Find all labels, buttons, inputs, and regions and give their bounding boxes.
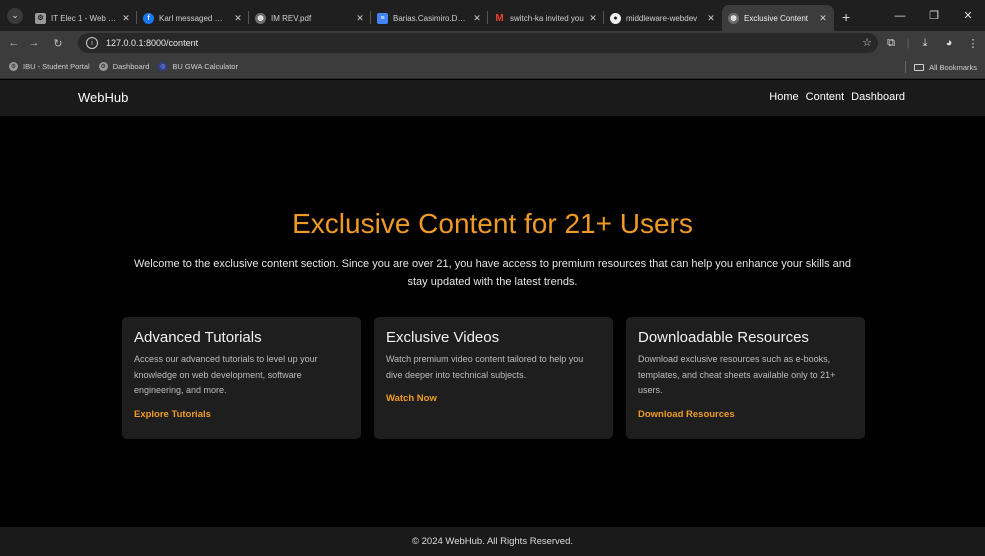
bookmark-gwa-calculator[interactable]: ◎ BU GWA Calculator — [158, 62, 238, 71]
profile-icon[interactable]: ◕ — [937, 37, 961, 49]
tab-messenger[interactable]: f Karl messaged WEBU ✕ — [137, 5, 249, 31]
docs-icon: ≡ — [377, 12, 388, 24]
card-title: Downloadable Resources — [638, 329, 809, 346]
site-info-icon[interactable]: i — [86, 37, 98, 49]
close-icon[interactable]: ✕ — [818, 13, 828, 24]
card-downloadable-resources: Downloadable Resources Download exclusiv… — [626, 317, 865, 439]
card-advanced-tutorials: Advanced Tutorials Access our advanced t… — [122, 317, 361, 439]
tab-github[interactable]: ● middleware-webdev ✕ — [604, 5, 722, 31]
folder-icon — [914, 63, 925, 71]
tab-docs[interactable]: ≡ Barias.Casimiro.Daye ✕ — [371, 5, 488, 31]
site-footer: © 2024 WebHub. All Rights Reserved. — [0, 527, 985, 556]
address-bar[interactable]: i 127.0.0.1:8000/content ☆ — [78, 33, 878, 53]
close-icon[interactable]: ✕ — [472, 13, 482, 24]
card-description: Watch premium video content tailored to … — [386, 354, 584, 380]
tab-im-rev[interactable]: ◍ IM REV.pdf ✕ — [249, 5, 371, 31]
tab-exclusive-content[interactable]: ◍ Exclusive Content ✕ — [722, 5, 834, 31]
gear-icon: ⚙ — [35, 12, 46, 24]
nav-content-link[interactable]: Content — [806, 91, 845, 103]
card-title: Exclusive Videos — [386, 329, 500, 346]
menu-icon[interactable]: ⋮ — [961, 37, 985, 50]
close-window-icon[interactable]: ✕ — [951, 9, 985, 22]
browser-toolbar: ← → ↻ i 127.0.0.1:8000/content ☆ ⧉ | ⤓ ◕… — [0, 31, 985, 55]
forward-icon[interactable]: → — [26, 37, 42, 49]
close-icon[interactable]: ✕ — [121, 13, 131, 24]
bookmarks-divider — [905, 61, 907, 73]
back-icon[interactable]: ← — [6, 37, 22, 49]
close-icon[interactable]: ✕ — [355, 13, 365, 24]
minimize-icon[interactable]: — — [883, 10, 917, 22]
globe-icon: ◍ — [255, 12, 266, 24]
gear-icon: ⚙ — [98, 62, 108, 71]
close-icon[interactable]: ✕ — [233, 13, 243, 24]
toolbar-divider: | — [906, 37, 910, 49]
gmail-icon: M — [495, 12, 504, 24]
watch-now-link[interactable]: Watch Now — [386, 393, 601, 404]
nav-dashboard-link[interactable]: Dashboard — [851, 91, 905, 103]
card-description: Download exclusive resources such as e-b… — [638, 354, 836, 395]
card-description: Access our advanced tutorials to level u… — [134, 354, 318, 395]
gear-icon: ⚙ — [9, 62, 18, 71]
site-logo[interactable]: WebHub — [78, 90, 128, 105]
page-title: Exclusive Content for 21+ Users — [292, 208, 693, 239]
github-icon: ● — [610, 12, 621, 24]
url-text[interactable]: 127.0.0.1:8000/content — [106, 38, 198, 48]
card-title: Advanced Tutorials — [134, 329, 262, 346]
site-header: WebHub Home Content Dashboard — [0, 80, 985, 116]
intro-text: Welcome to the exclusive content section… — [133, 258, 851, 288]
site-nav: Home Content Dashboard — [762, 91, 905, 103]
close-icon[interactable]: ✕ — [706, 13, 716, 24]
tab-gmail[interactable]: M switch-ka invited you ✕ — [488, 5, 604, 31]
globe-icon: ◍ — [728, 12, 739, 24]
toolbar-actions: ⧉ | ⤓ ◕ ⋮ — [879, 31, 985, 55]
tab-strip: ⌄ ⚙ IT Elec 1 - Web Devel ✕ f Karl messa… — [0, 0, 985, 31]
all-bookmarks[interactable]: All Bookmarks — [905, 55, 977, 79]
card-exclusive-videos: Exclusive Videos Watch premium video con… — [374, 317, 613, 439]
close-icon[interactable]: ✕ — [588, 13, 598, 24]
explore-tutorials-link[interactable]: Explore Tutorials — [134, 409, 349, 420]
tab-it-elec[interactable]: ⚙ IT Elec 1 - Web Devel ✕ — [29, 5, 137, 31]
bookmarks-bar: ⚙ IBU - Student Portal ⚙ Dashboard ◎ BU … — [0, 55, 985, 79]
window-controls: — ❐ ✕ — [883, 0, 985, 31]
extensions-icon[interactable]: ⧉ — [879, 37, 903, 50]
new-tab-button[interactable]: + — [842, 9, 850, 25]
download-resources-link[interactable]: Download Resources — [638, 409, 853, 420]
web-page: WebHub Home Content Dashboard Exclusive … — [0, 80, 985, 556]
bookmark-dashboard[interactable]: ⚙ Dashboard — [98, 62, 149, 71]
download-icon[interactable]: ⤓ — [913, 37, 937, 50]
tab-search-button[interactable]: ⌄ — [7, 7, 23, 24]
nav-home-link[interactable]: Home — [769, 91, 798, 103]
restore-icon[interactable]: ❐ — [917, 9, 951, 22]
bookmark-star-icon[interactable]: ☆ — [862, 36, 872, 49]
calculator-icon: ◎ — [158, 62, 168, 71]
reload-icon[interactable]: ↻ — [50, 37, 66, 50]
bookmark-student-portal[interactable]: ⚙ IBU - Student Portal — [9, 62, 90, 71]
facebook-icon: f — [143, 12, 154, 24]
